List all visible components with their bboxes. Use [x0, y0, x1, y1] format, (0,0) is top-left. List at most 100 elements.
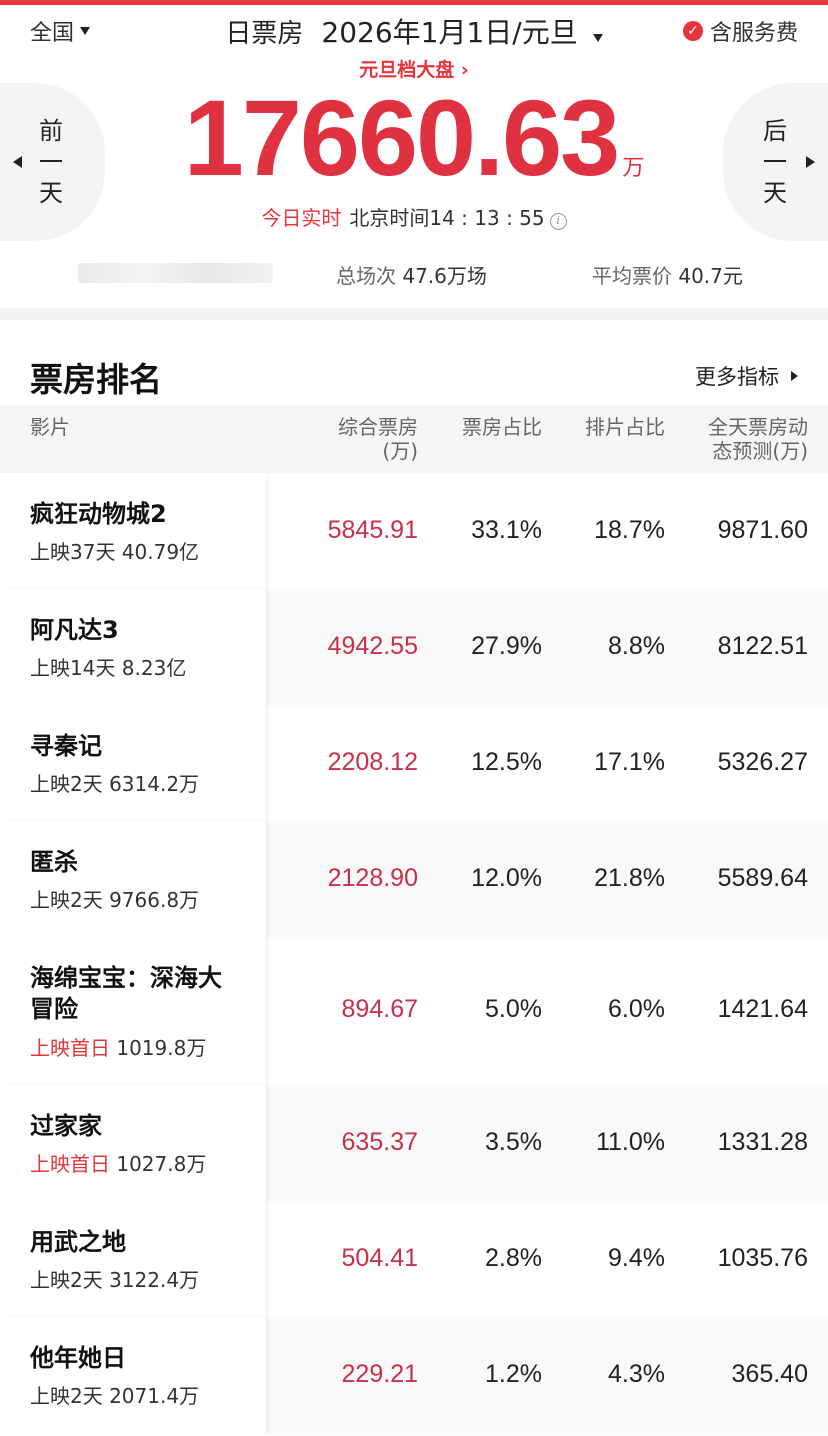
- box-office-value: 635.37: [341, 1128, 418, 1156]
- date-selector[interactable]: 2026年1月1日/元旦: [321, 11, 603, 51]
- film-name: 寻秦记: [30, 732, 102, 760]
- col-schedule[interactable]: 排片占比: [585, 415, 665, 439]
- prediction-value: 5326.27: [717, 748, 808, 776]
- beijing-time: 北京时间14 : 13 : 55: [349, 206, 545, 230]
- box-share-value: 12.5%: [471, 748, 542, 776]
- col-box-line1: 综合票房: [338, 415, 418, 439]
- film-release-info: 上映2天 3122.4万: [30, 1264, 199, 1293]
- film-name: 用武之地: [30, 1228, 126, 1256]
- header-panel: 全国 日票房 2026年1月1日/元旦 ✓ 含服务费 元旦档大盘 › 前 一 天…: [0, 5, 828, 308]
- total-box-office-value: 17660.63: [183, 77, 620, 198]
- prediction-value: 9871.60: [717, 516, 808, 544]
- box-share-value: 1.2%: [485, 1360, 542, 1388]
- schedule-share-value: 4.3%: [608, 1360, 665, 1388]
- info-icon[interactable]: i: [549, 213, 567, 230]
- box-office-value: 894.67: [341, 995, 418, 1023]
- schedule-share-value: 21.8%: [594, 864, 665, 892]
- table-row[interactable]: 海绵宝宝：深海大冒险 上映首日 1019.8万 894.67 5.0% 6.0% 1421…: [0, 937, 828, 1085]
- more-metrics-button[interactable]: 更多指标: [695, 361, 798, 391]
- film-cell: 阿凡达3 上映14天 8.23亿: [0, 589, 266, 705]
- service-fee-label: 含服务费: [709, 21, 798, 46]
- col-box-line2: (万): [382, 439, 418, 463]
- release-text: 上映2天 2071.4万: [30, 1384, 200, 1408]
- col-prediction-line1: 全天票房动: [708, 415, 808, 439]
- film-release-info: 上映37天 40.79亿: [30, 536, 199, 565]
- box-office-value: 504.41: [341, 1244, 418, 1272]
- realtime-label: 今日实时: [261, 206, 342, 230]
- box-office-value: 4942.55: [327, 632, 418, 660]
- total-shows-value: 47.6万场: [402, 264, 487, 288]
- caret-down-icon: [592, 34, 603, 42]
- ranking-section: 票房排名 更多指标 影片 综合票房 (万) 票房占比 排片占比 全天票房动 态预…: [0, 320, 828, 1436]
- date-label: 2026年1月1日/元旦: [321, 16, 578, 49]
- more-metrics-label: 更多指标: [695, 365, 779, 389]
- release-text: 上映14天 8.23亿: [30, 656, 187, 680]
- col-prediction[interactable]: 全天票房动 态预测(万): [708, 415, 808, 463]
- table-header: 影片 综合票房 (万) 票房占比 排片占比 全天票房动 态预测(万): [0, 405, 828, 473]
- realtime-row: 今日实时 北京时间14 : 13 : 55 i: [0, 202, 828, 231]
- schedule-share-value: 11.0%: [595, 1128, 665, 1156]
- prediction-value: 365.40: [731, 1360, 808, 1388]
- film-name: 过家家: [30, 1112, 102, 1140]
- film-cell: 海绵宝宝：深海大冒险上映首日 1019.8万: [0, 937, 266, 1085]
- prediction-value: 1331.28: [717, 1128, 808, 1156]
- film-name: 疯狂动物城2: [30, 500, 167, 528]
- release-text: 上映2天 3122.4万: [30, 1268, 200, 1292]
- box-share-value: 33.1%: [471, 516, 542, 544]
- film-cell: 过家家上映首日 1027.8万: [0, 1085, 266, 1201]
- prediction-value: 5589.64: [717, 864, 808, 892]
- avg-price-value: 40.7元: [678, 264, 743, 288]
- box-share-value: 2.8%: [485, 1244, 542, 1272]
- film-cell: 匿杀上映2天 9766.8万: [0, 821, 266, 937]
- avg-price-label: 平均票价: [592, 264, 672, 288]
- film-name: 匿杀: [30, 848, 78, 876]
- table-row[interactable]: 阿凡达3 上映14天 8.23亿 4942.55 27.9% 8.8% 8122.51: [0, 589, 828, 705]
- film-release-info: 上映首日 1019.8万: [30, 1032, 206, 1061]
- check-icon: ✓: [682, 21, 703, 41]
- title-label: 日票房: [225, 18, 304, 49]
- prediction-value: 1035.76: [717, 1244, 808, 1272]
- film-release-info: 上映2天 9766.8万: [30, 884, 199, 913]
- first-day-tag: 上映首日: [30, 1036, 110, 1060]
- box-share-value: 12.0%: [471, 864, 542, 892]
- triangle-right-icon: [791, 371, 798, 381]
- film-name: 海绵宝宝：深海大冒险: [30, 964, 222, 1023]
- table-row[interactable]: 用武之地上映2天 3122.4万 504.41 2.8% 9.4% 1035.76: [0, 1201, 828, 1317]
- film-name: 他年她日: [30, 1344, 126, 1372]
- service-fee-toggle[interactable]: ✓ 含服务费: [682, 15, 798, 47]
- film-release-info: 上映首日 1027.8万: [30, 1148, 206, 1177]
- box-office-value: 229.21: [341, 1360, 418, 1388]
- film-cell: 疯狂动物城2 上映37天 40.79亿: [0, 473, 266, 589]
- table-row[interactable]: 疯狂动物城2 上映37天 40.79亿 5845.91 33.1% 18.7% 9871.…: [0, 473, 828, 589]
- total-box-office-unit: 万: [622, 156, 645, 181]
- table-body: 疯狂动物城2 上映37天 40.79亿 5845.91 33.1% 18.7% 9871.…: [0, 473, 828, 1433]
- box-office-value: 2128.90: [327, 864, 418, 892]
- table-row[interactable]: 过家家上映首日 1027.8万 635.37 3.5% 11.0% 1331.28: [0, 1085, 828, 1201]
- film-name: 阿凡达3: [30, 616, 119, 644]
- total-shows-stat: 总场次 47.6万场: [336, 260, 487, 289]
- table-row[interactable]: 他年她日上映2天 2071.4万 229.21 1.2% 4.3% 365.40: [0, 1317, 828, 1433]
- schedule-share-value: 17.1%: [594, 748, 665, 776]
- box-office-value: 2208.12: [327, 748, 418, 776]
- schedule-share-value: 9.4%: [608, 1244, 665, 1272]
- col-prediction-line2: 态预测(万): [712, 439, 808, 463]
- total-shows-label: 总场次: [336, 264, 396, 288]
- prediction-value: 8122.51: [717, 632, 808, 660]
- col-box[interactable]: 综合票房 (万): [338, 415, 418, 463]
- film-cell: 用武之地上映2天 3122.4万: [0, 1201, 266, 1317]
- table-row[interactable]: 匿杀上映2天 9766.8万 2128.90 12.0% 21.8% 5589.64: [0, 821, 828, 937]
- table-row[interactable]: 寻秦记上映2天 6314.2万 2208.12 12.5% 17.1% 5326.27: [0, 705, 828, 821]
- box-office-value: 5845.91: [327, 516, 418, 544]
- schedule-share-value: 8.8%: [608, 632, 665, 660]
- release-text: 上映2天 6314.2万: [30, 772, 200, 796]
- release-text: 1027.8万: [110, 1152, 207, 1176]
- film-release-info: 上映2天 2071.4万: [30, 1380, 199, 1409]
- film-release-info: 上映2天 6314.2万: [30, 768, 199, 797]
- col-share[interactable]: 票房占比: [462, 415, 542, 439]
- prediction-value: 1421.64: [717, 995, 808, 1023]
- release-text: 1019.8万: [110, 1036, 207, 1060]
- total-box-office: 17660.63 万: [0, 83, 828, 193]
- film-cell: 他年她日上映2天 2071.4万: [0, 1317, 266, 1433]
- box-share-value: 3.5%: [485, 1128, 542, 1156]
- ranking-title: 票房排名: [30, 360, 162, 399]
